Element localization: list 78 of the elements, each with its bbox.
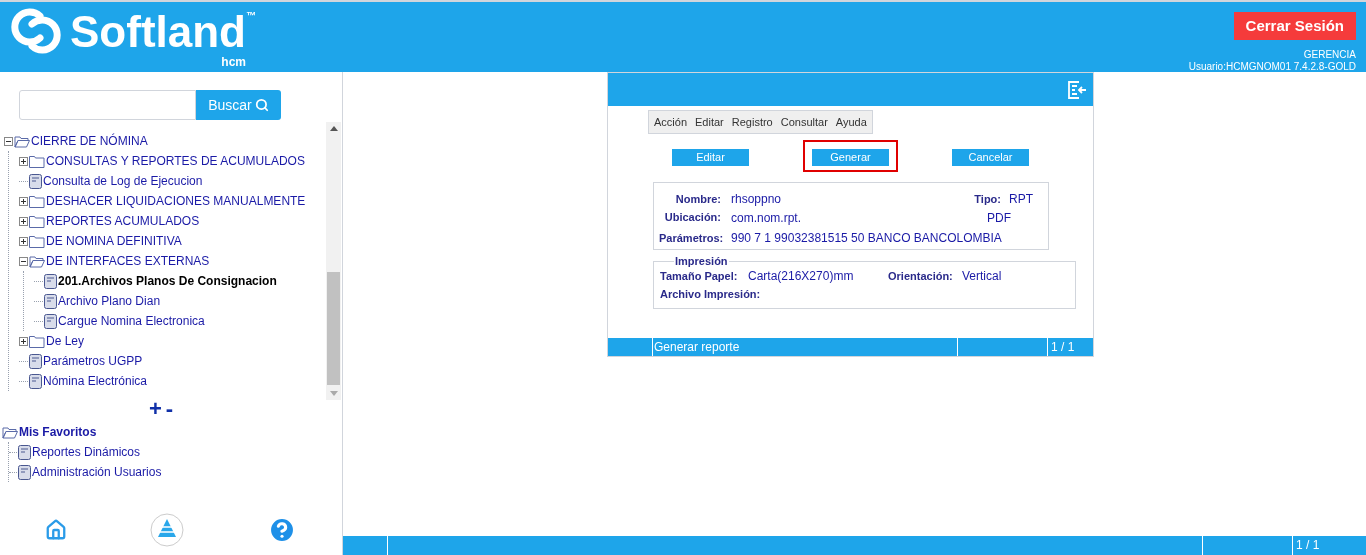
- document-icon: [29, 173, 42, 189]
- logo-subtext: hcm: [221, 56, 246, 68]
- scrollbar[interactable]: [326, 122, 341, 400]
- logo-icon: [10, 8, 62, 54]
- tree-item[interactable]: Cargue Nomina Electronica: [58, 312, 205, 330]
- folder-icon: [29, 194, 45, 208]
- folder-icon: [29, 234, 45, 248]
- collapse-icon[interactable]: [19, 256, 28, 266]
- scroll-up-icon[interactable]: [329, 126, 338, 131]
- expand-icon[interactable]: [19, 236, 28, 246]
- field-value: Carta(216X270)mm: [748, 268, 855, 286]
- panel-legend: Impresión: [674, 254, 729, 269]
- field-label: Nombre:: [674, 192, 721, 207]
- menu-item[interactable]: Editar: [695, 114, 724, 131]
- field-value: 990 7 1 99032381515 50 BANCO BANCOLOMBIA: [731, 229, 1002, 247]
- folder-icon: [29, 214, 45, 228]
- tree-item[interactable]: 201.Archivos Planos De Consignacion: [58, 272, 277, 290]
- document-icon: [44, 293, 57, 309]
- tree-item[interactable]: De Ley: [46, 332, 85, 350]
- open-folder-icon: [14, 134, 30, 148]
- field-label: Tamaño Papel:: [660, 269, 739, 284]
- tree-item[interactable]: Parámetros UGPP: [43, 352, 143, 370]
- field-label: Orientación:: [888, 269, 954, 284]
- tree-item[interactable]: CONSULTAS Y REPORTES DE ACUMULADOS: [46, 152, 305, 170]
- document-icon: [18, 464, 31, 480]
- open-folder-icon: [29, 254, 45, 268]
- menu-item[interactable]: Consultar: [780, 114, 828, 131]
- status-message: Generar reporte: [653, 338, 958, 356]
- field-value: com.nom.rpt.: [731, 209, 803, 227]
- field-label: Tipo:: [973, 192, 1001, 207]
- page-indicator: 1 / 1: [1050, 339, 1076, 356]
- exit-form-icon[interactable]: [1067, 80, 1087, 99]
- logout-button[interactable]: Cerrar Sesión: [1233, 12, 1356, 40]
- tree-item[interactable]: DESHACER LIQUIDACIONES MANUALMENTE: [46, 192, 306, 210]
- tree-item[interactable]: DE INTERFACES EXTERNAS: [46, 252, 210, 270]
- favorite-item[interactable]: Administración Usuarios: [32, 463, 162, 481]
- field-value: Vertical: [962, 268, 1002, 286]
- document-icon: [44, 273, 57, 289]
- tree-item[interactable]: Consulta de Log de Ejecucion: [43, 172, 203, 190]
- home-icon[interactable]: [45, 519, 68, 541]
- document-icon: [29, 353, 42, 369]
- document-icon: [18, 444, 31, 460]
- field-label: Archivo Impresión:: [660, 287, 761, 302]
- zoom-out-button[interactable]: -: [165, 400, 174, 418]
- favorite-item[interactable]: Reportes Dinámicos: [32, 443, 141, 461]
- tree-item[interactable]: Archivo Plano Dian: [58, 292, 161, 310]
- document-icon: [29, 373, 42, 389]
- expand-icon[interactable]: [19, 156, 28, 166]
- zoom-in-button[interactable]: +: [148, 400, 162, 418]
- expand-icon[interactable]: [19, 216, 28, 226]
- favorites-heading[interactable]: Mis Favoritos: [19, 423, 97, 441]
- pyramid-icon[interactable]: [150, 513, 184, 547]
- field-label: Ubicación:: [663, 210, 721, 226]
- folder-icon: [29, 334, 45, 348]
- folder-icon: [29, 154, 45, 168]
- menu-item[interactable]: Ayuda: [835, 114, 867, 131]
- user-text: Usuario:HCMGNOM01 7.4.2.8-GOLD: [1188, 61, 1356, 73]
- field-value: rhsoppno: [731, 191, 783, 209]
- tree-item[interactable]: REPORTES ACUMULADOS: [46, 212, 200, 230]
- tree-item[interactable]: DE NOMINA DEFINITIVA: [46, 232, 182, 250]
- logo-text: Softland: [70, 8, 246, 56]
- search-icon: [254, 98, 269, 112]
- menu-item[interactable]: Acción: [654, 114, 688, 131]
- tree-item[interactable]: Nómina Electrónica: [43, 372, 148, 390]
- menu-item[interactable]: Registro: [731, 114, 773, 131]
- field-label: Parámetros:: [659, 230, 724, 246]
- tree-item[interactable]: CIERRE DE NÓMINA: [31, 132, 148, 150]
- scrollbar-thumb[interactable]: [327, 272, 340, 385]
- expand-icon[interactable]: [19, 336, 28, 346]
- role-text: GERENCIA: [1303, 49, 1356, 61]
- field-value: PDF: [987, 209, 1011, 227]
- search-field[interactable]: [19, 90, 197, 120]
- field-value: RPT: [1009, 191, 1033, 209]
- expand-icon[interactable]: [19, 196, 28, 206]
- document-icon: [44, 313, 57, 329]
- collapse-icon[interactable]: [4, 136, 13, 146]
- page-indicator: 1 / 1: [1295, 537, 1321, 554]
- trademark-mark: ™: [246, 9, 256, 23]
